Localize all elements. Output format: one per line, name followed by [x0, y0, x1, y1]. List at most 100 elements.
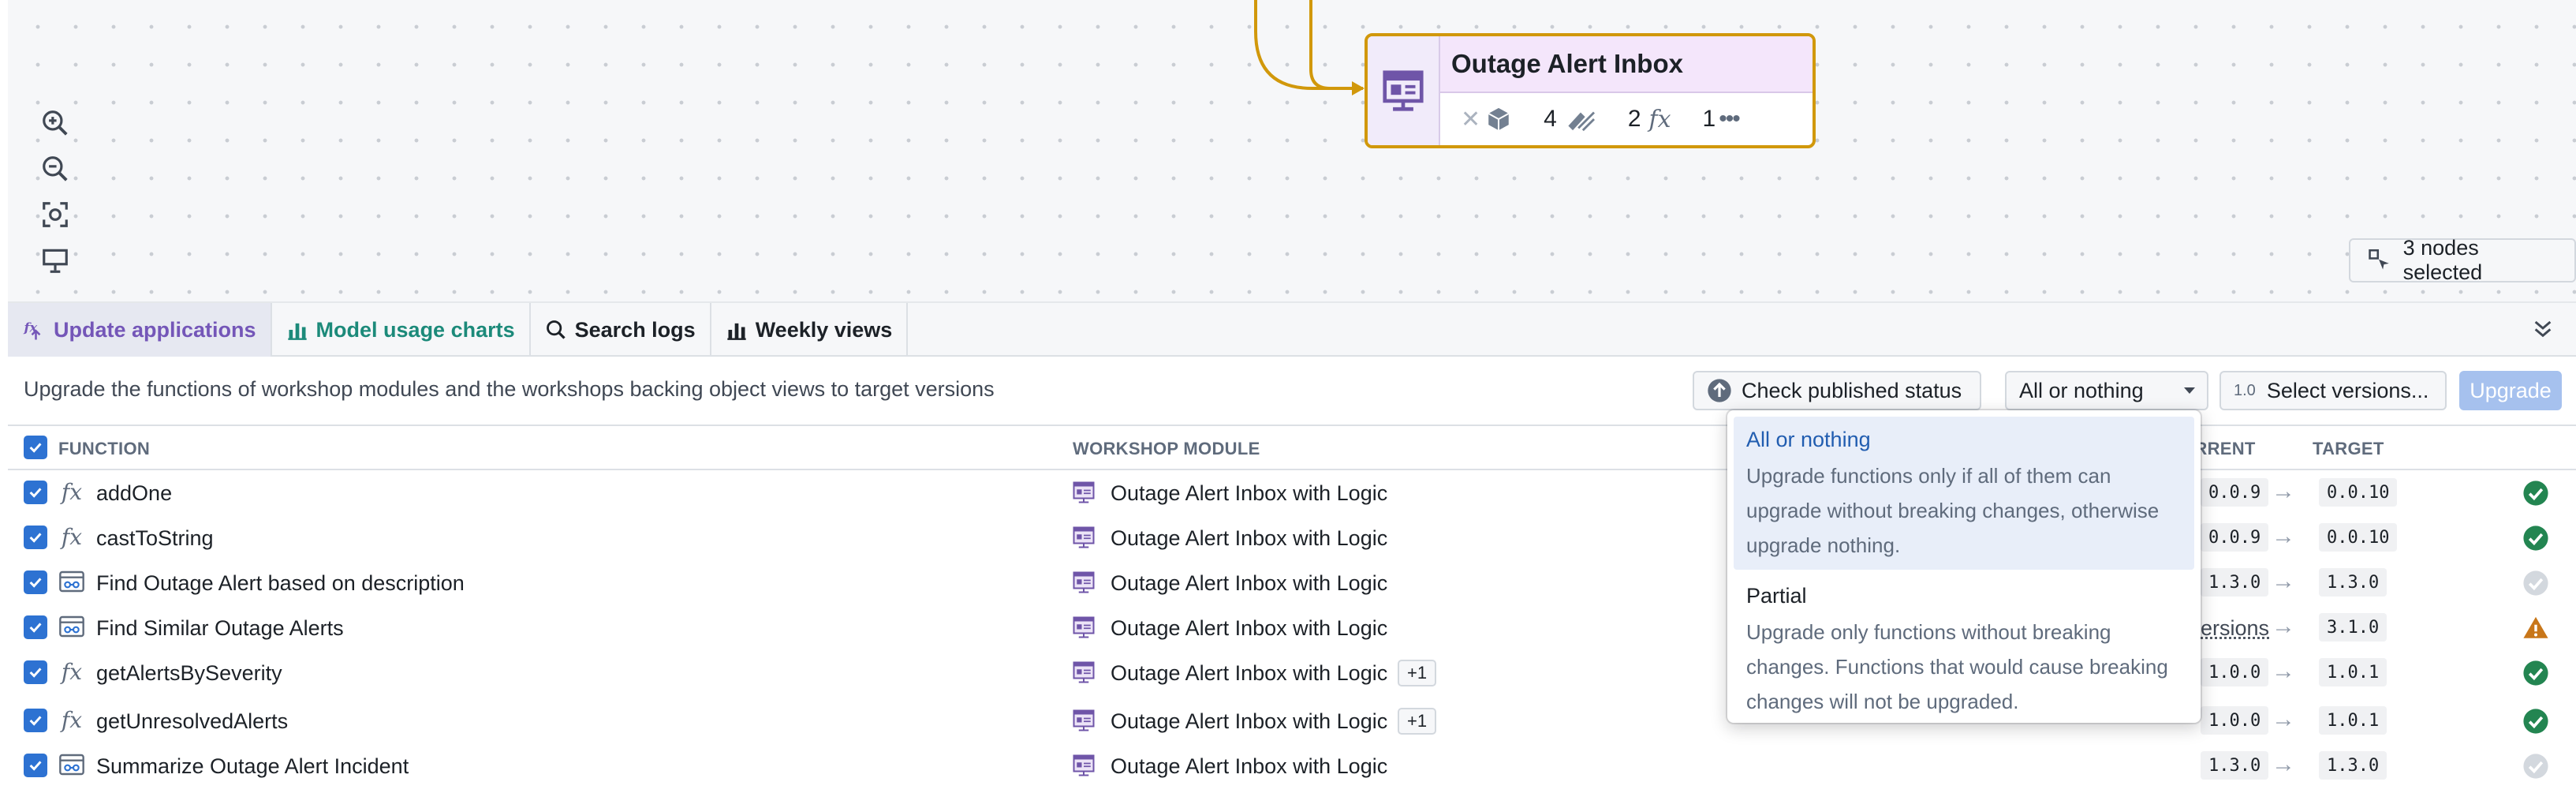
warning-icon	[2522, 615, 2549, 642]
function-icon: fx	[58, 525, 85, 548]
function-icon: fx	[58, 708, 85, 731]
tab-model-usage-charts[interactable]: Model usage charts	[272, 303, 531, 357]
tab-search-logs[interactable]: Search logs	[531, 303, 711, 357]
action-icon	[1565, 106, 1596, 133]
present-icon[interactable]	[33, 238, 77, 282]
workshop-module-name: Outage Alert Inbox with Logic	[1111, 709, 1387, 734]
workshop-module-icon	[1071, 526, 1096, 553]
node-stat-objects: ✕	[1461, 106, 1512, 133]
object-type-icon	[1485, 106, 1512, 133]
zoom-out-icon[interactable]	[33, 147, 77, 191]
workshop-module-icon	[1071, 660, 1096, 688]
target-version: 1.0.1	[2319, 658, 2387, 686]
arrow-right-icon: →	[2272, 568, 2295, 595]
upload-circle-icon	[1707, 378, 1732, 403]
current-version: 1.0.0	[2201, 658, 2268, 686]
upgrade-mode-select[interactable]: All or nothing	[2005, 371, 2208, 410]
more-modules-tag[interactable]: +1	[1398, 708, 1436, 735]
search-icon	[545, 319, 567, 341]
function-name: Summarize Outage Alert Incident	[96, 754, 409, 779]
function-name: getUnresolvedAlerts	[96, 709, 288, 734]
node-stats: ✕ 4 2 fx 1 •••	[1440, 93, 1813, 145]
function-name: castToString	[96, 526, 214, 551]
menu-option-all-or-nothing[interactable]: All or nothing Upgrade functions only if…	[1734, 417, 2194, 570]
header-workshop-module[interactable]: WORKSHOP MODULE	[1073, 439, 1260, 459]
row-checkbox[interactable]	[24, 570, 47, 594]
function-icon: fx	[58, 660, 85, 683]
selection-cursor-icon	[2368, 248, 2392, 273]
row-checkbox[interactable]	[24, 526, 47, 549]
select-versions-button[interactable]: 1.0 Select versions...	[2219, 371, 2447, 410]
workshop-module-icon	[1071, 481, 1096, 508]
function-icon: fx	[1649, 106, 1671, 133]
graph-edges	[8, 0, 2576, 303]
current-version: 0.0.9	[2201, 478, 2268, 507]
workshop-node[interactable]: Outage Alert Inbox ✕ 4 2 fx 1 •••	[1365, 33, 1816, 148]
node-stat-functions: 2 fx	[1628, 106, 1671, 133]
row-checkbox[interactable]	[24, 481, 47, 504]
table-row[interactable]: Summarize Outage Alert Incident Outage A…	[8, 743, 2576, 788]
arrow-right-icon: →	[2272, 751, 2295, 778]
target-version: 1.3.0	[2319, 568, 2387, 597]
success-check-icon	[2522, 480, 2549, 507]
function-name: Find Similar Outage Alerts	[96, 616, 344, 641]
tab-weekly-views[interactable]: Weekly views	[711, 303, 909, 357]
toolbar-description: Upgrade the functions of workshop module…	[24, 377, 995, 402]
target-version: 3.1.0	[2319, 613, 2387, 642]
upgrade-button[interactable]: Upgrade	[2459, 371, 2562, 410]
bottom-panel-tabs: fx Update applications Model usage chart…	[8, 301, 2576, 357]
function-name: getAlertsBySeverity	[96, 661, 282, 686]
more-icon: •••	[1719, 106, 1739, 133]
workshop-module-name: Outage Alert Inbox with Logic	[1111, 571, 1387, 596]
upgrade-mode-menu: All or nothing Upgrade functions only if…	[1727, 410, 2201, 723]
workshop-module-icon	[1071, 709, 1096, 736]
row-checkbox[interactable]	[24, 660, 47, 684]
more-modules-tag[interactable]: +1	[1398, 660, 1436, 686]
menu-option-partial[interactable]: Partial Upgrade only functions without b…	[1734, 573, 2194, 730]
node-stat-more: 1 •••	[1703, 106, 1739, 133]
logic-function-icon	[58, 753, 85, 776]
arrow-right-icon: →	[2272, 478, 2295, 505]
fit-view-icon[interactable]	[33, 193, 77, 237]
logic-function-icon	[58, 615, 85, 638]
success-check-icon	[2522, 525, 2549, 552]
function-name: addOne	[96, 481, 172, 506]
node-stat-actions: 4	[1544, 106, 1596, 133]
zoom-in-icon[interactable]	[33, 101, 77, 145]
current-version: 0.0.9	[2201, 523, 2268, 552]
row-checkbox[interactable]	[24, 754, 47, 777]
current-version: 1.3.0	[2201, 568, 2268, 597]
workshop-module-name: Outage Alert Inbox with Logic	[1111, 661, 1387, 686]
workshop-module-icon	[1368, 36, 1440, 145]
row-checkbox[interactable]	[24, 615, 47, 639]
caret-down-icon	[2172, 385, 2207, 396]
current-version: 1.3.0	[2201, 751, 2268, 780]
workshop-module-icon	[1071, 754, 1096, 781]
header-target[interactable]: TARGET	[2313, 439, 2384, 459]
select-all-checkbox[interactable]	[24, 436, 47, 459]
logic-function-icon	[58, 570, 85, 593]
header-function[interactable]: FUNCTION	[58, 439, 150, 459]
target-version: 1.3.0	[2319, 751, 2387, 780]
bar-chart-icon	[726, 319, 748, 341]
function-icon: fx	[58, 480, 85, 503]
arrow-right-icon: →	[2272, 706, 2295, 733]
arrow-right-icon: →	[2272, 658, 2295, 685]
row-checkbox[interactable]	[24, 709, 47, 732]
neutral-check-icon	[2522, 570, 2549, 597]
nodes-selected-badge[interactable]: 3 nodes selected	[2349, 238, 2576, 282]
collapse-panel-icon[interactable]	[2530, 316, 2555, 345]
success-check-icon	[2522, 708, 2549, 735]
versions-link[interactable]: ersions	[2201, 616, 2269, 641]
tab-update-applications[interactable]: fx Update applications	[8, 303, 272, 357]
check-published-status-button[interactable]: Check published status	[1693, 371, 1981, 410]
arrow-right-icon: →	[2272, 613, 2295, 640]
workshop-module-icon	[1071, 570, 1096, 598]
target-version: 0.0.10	[2319, 478, 2397, 507]
workshop-module-icon	[1071, 615, 1096, 643]
node-title: Outage Alert Inbox	[1451, 49, 1683, 79]
workshop-module-name: Outage Alert Inbox with Logic	[1111, 526, 1387, 551]
arrow-right-icon: →	[2272, 523, 2295, 550]
graph-canvas[interactable]: Outage Alert Inbox ✕ 4 2 fx 1 ••• 3 node…	[0, 0, 2576, 303]
function-name: Find Outage Alert based on description	[96, 571, 465, 596]
